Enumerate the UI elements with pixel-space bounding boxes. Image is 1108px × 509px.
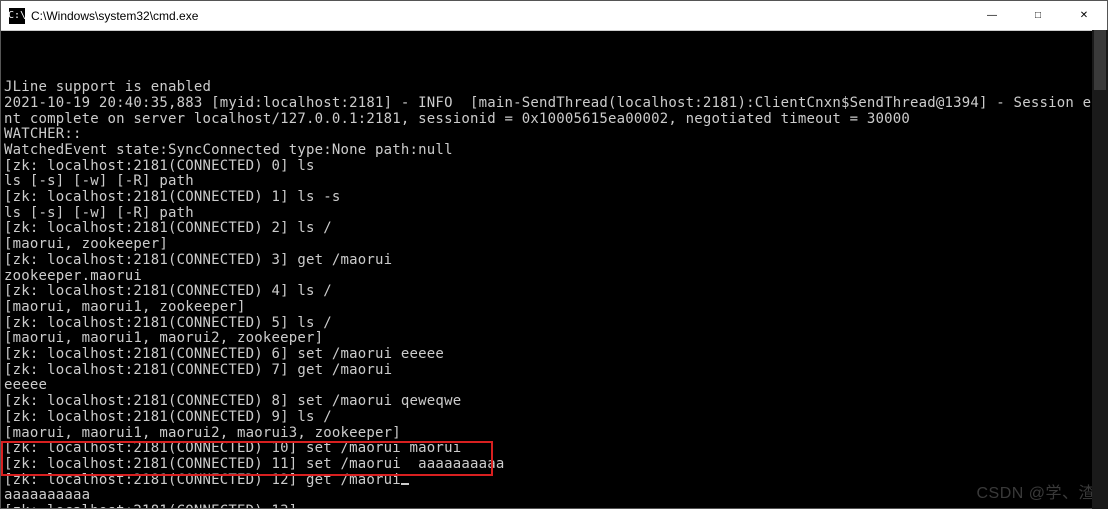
terminal-line: aaaaaaaaaa (4, 488, 1104, 504)
terminal-line: [maorui, zookeeper] (4, 237, 1104, 253)
terminal-line: ls [-s] [-w] [-R] path (4, 174, 1104, 190)
terminal-line: [maorui, maorui1, maorui2, zookeeper] (4, 331, 1104, 347)
terminal-line: [zk: localhost:2181(CONNECTED) 13] (4, 504, 1104, 508)
terminal-line: [zk: localhost:2181(CONNECTED) 6] set /m… (4, 347, 1104, 363)
scroll-thumb[interactable] (1094, 30, 1106, 90)
terminal-line: [zk: localhost:2181(CONNECTED) 9] ls / (4, 410, 1104, 426)
terminal-line: [zk: localhost:2181(CONNECTED) 4] ls / (4, 284, 1104, 300)
titlebar[interactable]: C:\ C:\Windows\system32\cmd.exe — □ ✕ (1, 1, 1107, 31)
terminal-line: JLine support is enabled (4, 80, 1104, 96)
terminal-line: zookeeper.maorui (4, 269, 1104, 285)
terminal-line: nt complete on server localhost/127.0.0.… (4, 112, 1104, 128)
terminal-line: [zk: localhost:2181(CONNECTED) 11] set /… (4, 457, 1104, 473)
terminal-line: [zk: localhost:2181(CONNECTED) 10] set /… (4, 441, 1104, 457)
vertical-scrollbar[interactable] (1092, 30, 1108, 509)
maximize-button[interactable]: □ (1015, 1, 1061, 30)
terminal-line: [zk: localhost:2181(CONNECTED) 8] set /m… (4, 394, 1104, 410)
terminal-line: [zk: localhost:2181(CONNECTED) 7] get /m… (4, 363, 1104, 379)
terminal-line: [maorui, maorui1, zookeeper] (4, 300, 1104, 316)
terminal-line: [zk: localhost:2181(CONNECTED) 2] ls / (4, 221, 1104, 237)
terminal-line: [zk: localhost:2181(CONNECTED) 5] ls / (4, 316, 1104, 332)
terminal-line: eeeee (4, 378, 1104, 394)
terminal-line: [zk: localhost:2181(CONNECTED) 1] ls -s (4, 190, 1104, 206)
window-controls: — □ ✕ (969, 1, 1107, 30)
terminal-line: [zk: localhost:2181(CONNECTED) 0] ls (4, 159, 1104, 175)
terminal-line: 2021-10-19 20:40:35,883 [myid:localhost:… (4, 96, 1104, 112)
terminal-output[interactable]: JLine support is enabled2021-10-19 20:40… (1, 31, 1107, 508)
text-cursor (401, 483, 409, 485)
terminal-line: [zk: localhost:2181(CONNECTED) 3] get /m… (4, 253, 1104, 269)
window-title: C:\Windows\system32\cmd.exe (31, 9, 969, 23)
terminal-line: [zk: localhost:2181(CONNECTED) 12] get /… (4, 473, 1104, 489)
cmd-window: C:\ C:\Windows\system32\cmd.exe — □ ✕ JL… (0, 0, 1108, 509)
terminal-line: WatchedEvent state:SyncConnected type:No… (4, 143, 1104, 159)
close-button[interactable]: ✕ (1061, 1, 1107, 30)
cmd-icon: C:\ (9, 8, 25, 24)
terminal-line: [maorui, maorui1, maorui2, maorui3, zook… (4, 426, 1104, 442)
minimize-button[interactable]: — (969, 1, 1015, 30)
terminal-line: ls [-s] [-w] [-R] path (4, 206, 1104, 222)
terminal-line: WATCHER:: (4, 127, 1104, 143)
